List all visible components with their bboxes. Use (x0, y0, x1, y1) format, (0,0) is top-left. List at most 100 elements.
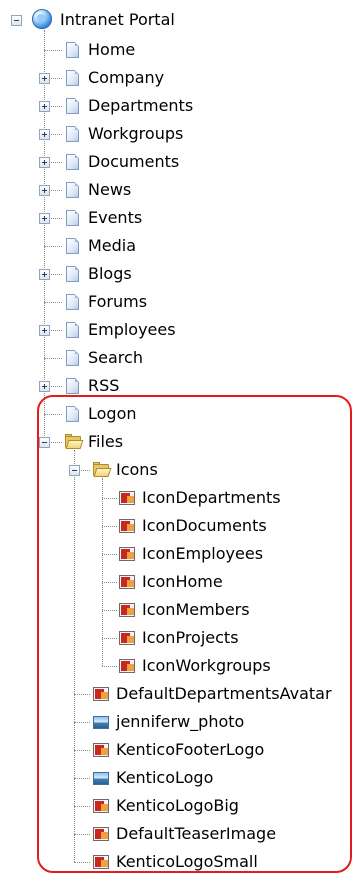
image-file-icon (92, 797, 110, 815)
tree-node-label: Media (88, 236, 137, 255)
tree-node-label: IconMembers (142, 600, 250, 619)
tree-node-label: RSS (88, 376, 120, 395)
tree-node-workgroups[interactable]: Workgroups (64, 123, 183, 145)
tree-node-label: Intranet Portal (60, 10, 175, 29)
page-icon (64, 125, 82, 143)
tree-node-label: IconDocuments (142, 516, 267, 535)
image-file-icon (118, 629, 136, 647)
tree-connector-line (74, 450, 75, 862)
tree-node-default-teaser-image[interactable]: DefaultTeaserImage (92, 823, 276, 845)
page-icon (64, 69, 82, 87)
page-icon (64, 41, 82, 59)
tree-node-kentico-logo-small[interactable]: KenticoLogoSmall (92, 851, 258, 873)
page-icon (64, 153, 82, 171)
tree-node-icon-documents[interactable]: IconDocuments (118, 515, 267, 537)
page-icon (64, 181, 82, 199)
tree-node-label: Icons (116, 460, 158, 479)
expand-toggle-icon[interactable] (39, 73, 50, 84)
tree-connector-line (74, 834, 90, 835)
tree-connector-line (74, 862, 90, 863)
page-icon (64, 293, 82, 311)
collapse-toggle-icon[interactable] (39, 437, 50, 448)
expand-toggle-icon[interactable] (39, 101, 50, 112)
image-file-icon (118, 657, 136, 675)
tree-node-kentico-footer-logo[interactable]: KenticoFooterLogo (92, 739, 264, 761)
expand-toggle-icon[interactable] (39, 325, 50, 336)
tree-connector-line (102, 554, 117, 555)
image-file-icon (92, 825, 110, 843)
folder-icon (92, 461, 112, 479)
tree-node-label: jenniferw_photo (116, 712, 245, 731)
tree-connector-line (102, 498, 117, 499)
image-file-icon (118, 573, 136, 591)
tree-node-label: KenticoLogoSmall (116, 852, 258, 871)
tree-connector-line (44, 302, 62, 303)
expand-toggle-icon[interactable] (39, 381, 50, 392)
tree-node-departments[interactable]: Departments (64, 95, 193, 117)
expand-toggle-icon[interactable] (39, 185, 50, 196)
tree-node-home[interactable]: Home (64, 39, 135, 61)
tree-node-media[interactable]: Media (64, 235, 136, 257)
tree-node-forums[interactable]: Forums (64, 291, 147, 313)
page-icon (64, 237, 82, 255)
content-tree: Intranet Portal Home Company Departments Wor… (0, 0, 352, 875)
tree-node-label: IconEmployees (142, 544, 264, 563)
tree-node-rss[interactable]: RSS (64, 375, 119, 397)
image-file-icon (92, 741, 110, 759)
tree-node-intranet-portal[interactable]: Intranet Portal (32, 9, 175, 31)
tree-node-icon-departments[interactable]: IconDepartments (118, 487, 281, 509)
tree-node-label: IconDepartments (142, 488, 281, 507)
image-file-icon (92, 853, 110, 871)
tree-node-jenniferw-photo[interactable]: jenniferw_photo (92, 711, 244, 733)
tree-connector-line (102, 666, 117, 667)
tree-node-label: Departments (88, 96, 194, 115)
tree-connector-line (44, 246, 62, 247)
tree-node-label: KenticoLogoBig (116, 796, 239, 815)
page-icon (64, 321, 82, 339)
tree-node-news[interactable]: News (64, 179, 131, 201)
photo-icon (92, 713, 110, 731)
tree-node-default-departments-avatar[interactable]: DefaultDepartmentsAvatar (92, 683, 332, 705)
page-icon (64, 405, 82, 423)
tree-node-company[interactable]: Company (64, 67, 164, 89)
tree-node-search[interactable]: Search (64, 347, 143, 369)
tree-node-label: Logon (88, 404, 137, 423)
tree-node-label: Workgroups (88, 124, 184, 143)
tree-node-label: IconHome (142, 572, 223, 591)
tree-node-events[interactable]: Events (64, 207, 142, 229)
image-file-icon (118, 601, 136, 619)
tree-node-files[interactable]: Files (64, 431, 123, 453)
tree-node-icon-workgroups[interactable]: IconWorkgroups (118, 655, 271, 677)
tree-node-icon-employees[interactable]: IconEmployees (118, 543, 263, 565)
tree-node-documents[interactable]: Documents (64, 151, 179, 173)
expand-toggle-icon[interactable] (39, 129, 50, 140)
tree-node-label: KenticoLogo (116, 768, 214, 787)
tree-node-kentico-logo[interactable]: KenticoLogo (92, 767, 213, 789)
tree-node-label: Home (88, 40, 136, 59)
expand-toggle-icon[interactable] (39, 213, 50, 224)
collapse-toggle-icon[interactable] (11, 15, 22, 26)
tree-node-blogs[interactable]: Blogs (64, 263, 132, 285)
expand-toggle-icon[interactable] (39, 157, 50, 168)
tree-connector-line (74, 694, 90, 695)
tree-node-label: Documents (88, 152, 180, 171)
tree-node-icon-members[interactable]: IconMembers (118, 599, 250, 621)
tree-node-kentico-logo-big[interactable]: KenticoLogoBig (92, 795, 239, 817)
page-icon (64, 377, 82, 395)
expand-toggle-icon[interactable] (39, 269, 50, 280)
tree-node-label: IconProjects (142, 628, 239, 647)
tree-node-logon[interactable]: Logon (64, 403, 137, 425)
collapse-toggle-icon[interactable] (69, 465, 80, 476)
tree-node-icon-projects[interactable]: IconProjects (118, 627, 239, 649)
folder-icon (64, 433, 84, 451)
tree-node-icon-home[interactable]: IconHome (118, 571, 223, 593)
photo-icon (92, 769, 110, 787)
tree-node-label: Employees (88, 320, 176, 339)
tree-connector-line (102, 526, 117, 527)
globe-icon (32, 9, 54, 31)
tree-node-label: Events (88, 208, 143, 227)
page-icon (64, 209, 82, 227)
image-file-icon (118, 545, 136, 563)
tree-node-employees[interactable]: Employees (64, 319, 176, 341)
tree-connector-line (74, 778, 90, 779)
